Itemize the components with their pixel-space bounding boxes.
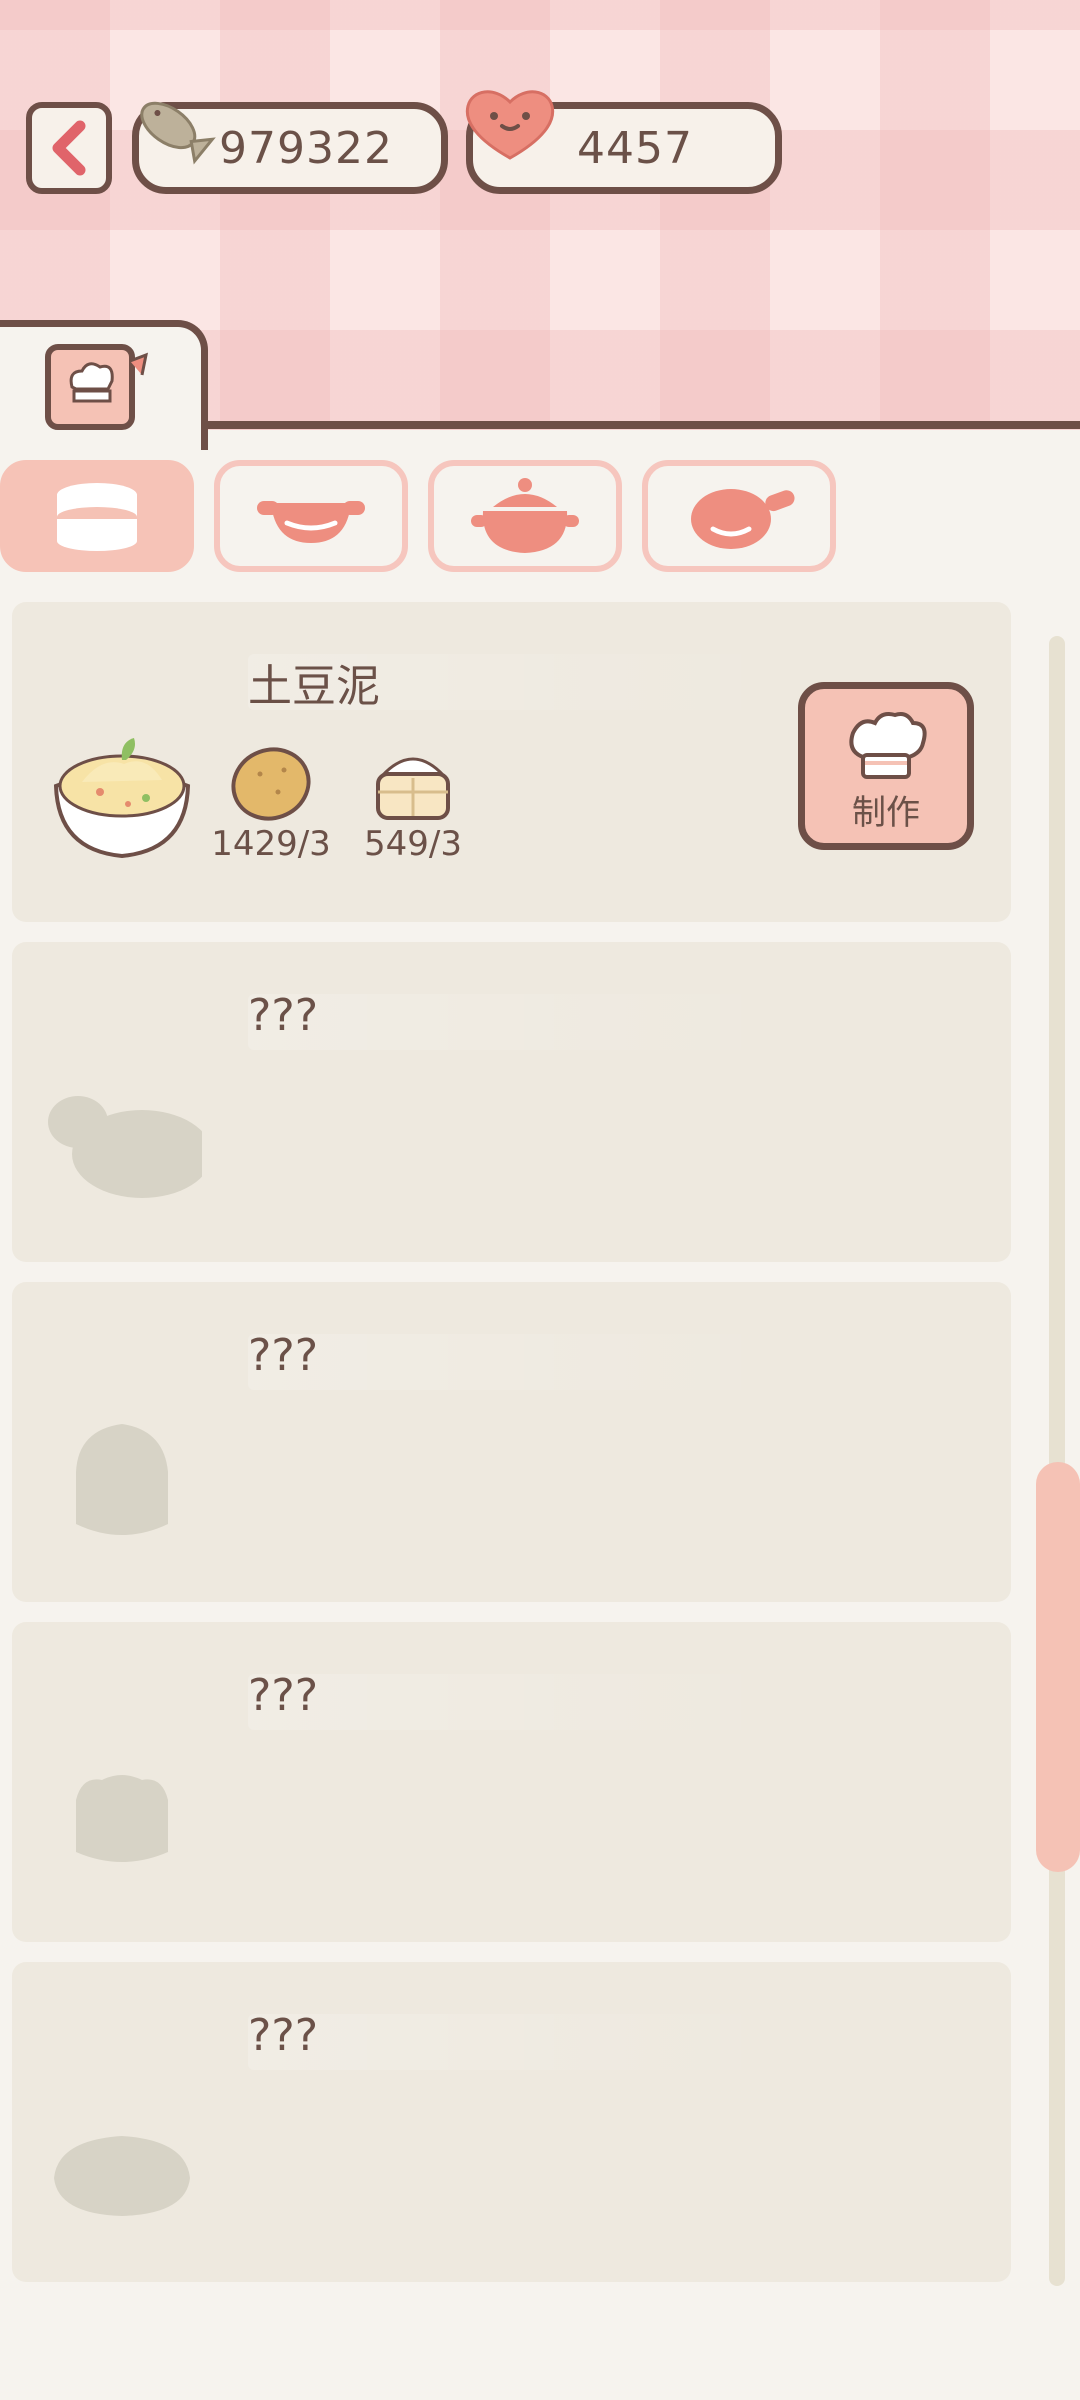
mashed-potato-bowl-icon <box>53 738 191 859</box>
potato-icon <box>231 747 311 821</box>
recipe-name-band <box>248 1334 788 1390</box>
recipe-name: ??? <box>248 1330 319 1381</box>
clay-pot-icon <box>471 478 579 553</box>
category-pot-button[interactable] <box>428 460 622 572</box>
recipe-name-band <box>248 1674 788 1730</box>
category-wok-button[interactable] <box>214 460 408 572</box>
recipe-card-locked: ??? <box>12 1282 1011 1602</box>
locked-dish-silhouette-icon <box>76 1775 168 1862</box>
ingredient-count: 549/3 <box>364 824 462 864</box>
scrollbar-thumb[interactable] <box>1036 1462 1080 1872</box>
make-button[interactable]: 制作 <box>798 682 974 850</box>
ingredient-rice: 549/3 <box>348 742 478 864</box>
recipe-name-band <box>248 2014 788 2070</box>
recipe-name: ??? <box>248 1670 319 1721</box>
tab-recipe-book[interactable] <box>0 320 208 450</box>
heart-currency-value: 4457 <box>577 122 693 174</box>
ingredient-count: 1429/3 <box>211 824 331 864</box>
recipe-card-locked: ??? <box>12 1622 1011 1942</box>
recipe-card: 土豆泥 1429/3 549/3 制作 <box>12 602 1011 922</box>
recipe-book-icon <box>45 344 149 430</box>
locked-dish-silhouette-icon <box>48 1096 202 1198</box>
heart-face-icon <box>465 90 555 160</box>
fish-currency-value: 979322 <box>219 122 393 174</box>
fish-icon <box>140 101 216 165</box>
chef-hat-icon <box>849 712 927 779</box>
recipe-name: ??? <box>248 990 319 1041</box>
locked-dish-silhouette-icon <box>76 1424 168 1535</box>
recipe-name: 土豆泥 <box>248 661 380 712</box>
locked-dish-silhouette-icon <box>54 2136 190 2216</box>
tab-baseline <box>200 421 1080 429</box>
recipe-card-locked: ??? <box>12 1962 1011 2282</box>
plate-stack-icon <box>57 483 137 551</box>
wok-icon <box>257 501 365 543</box>
back-button[interactable] <box>26 102 112 194</box>
make-button-label: 制作 <box>852 793 920 833</box>
scrollbar-track[interactable] <box>1049 636 1065 2286</box>
category-plates-button[interactable] <box>0 460 194 572</box>
ingredient-potato: 1429/3 <box>206 742 336 864</box>
recipe-name: ??? <box>248 2010 319 2061</box>
frying-pan-icon <box>691 489 795 549</box>
recipe-name-band <box>248 994 788 1050</box>
category-pan-button[interactable] <box>642 460 836 572</box>
chevron-left-icon <box>52 120 86 176</box>
rice-basket-icon <box>376 757 450 820</box>
recipe-card-locked: ??? <box>12 942 1011 1262</box>
